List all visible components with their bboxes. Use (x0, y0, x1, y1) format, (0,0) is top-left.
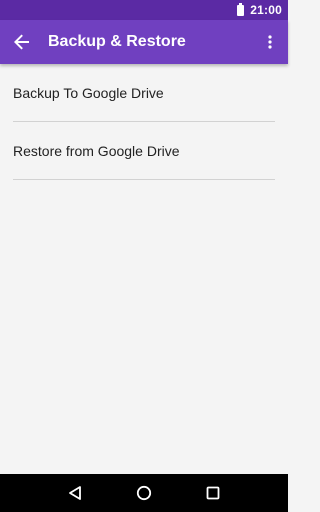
settings-list: Backup To Google Drive Restore from Goog… (0, 64, 288, 474)
arrow-back-icon (14, 34, 29, 50)
status-time: 21:00 (250, 3, 282, 17)
navigation-bar (0, 474, 288, 512)
nav-recents-icon (206, 486, 220, 500)
nav-back-button[interactable] (55, 474, 95, 512)
more-vert-icon (268, 35, 272, 49)
nav-recents-button[interactable] (193, 474, 233, 512)
overflow-menu-button[interactable] (252, 20, 288, 64)
nav-home-icon (136, 485, 152, 501)
list-item-label: Restore from Google Drive (13, 143, 180, 159)
nav-home-button[interactable] (124, 474, 164, 512)
page-title: Backup & Restore (48, 33, 186, 50)
status-bar: 21:00 (0, 0, 288, 20)
nav-back-icon (68, 486, 81, 500)
back-button[interactable] (0, 20, 44, 64)
restore-from-google-drive-item[interactable]: Restore from Google Drive (0, 122, 288, 180)
list-item-label: Backup To Google Drive (13, 85, 164, 101)
backup-to-google-drive-item[interactable]: Backup To Google Drive (0, 64, 288, 122)
battery-full-icon (237, 2, 245, 16)
toolbar: Backup & Restore (0, 20, 288, 64)
divider (13, 179, 275, 180)
app-screen: 21:00 Backup & Restore Backup To Google … (0, 0, 288, 512)
